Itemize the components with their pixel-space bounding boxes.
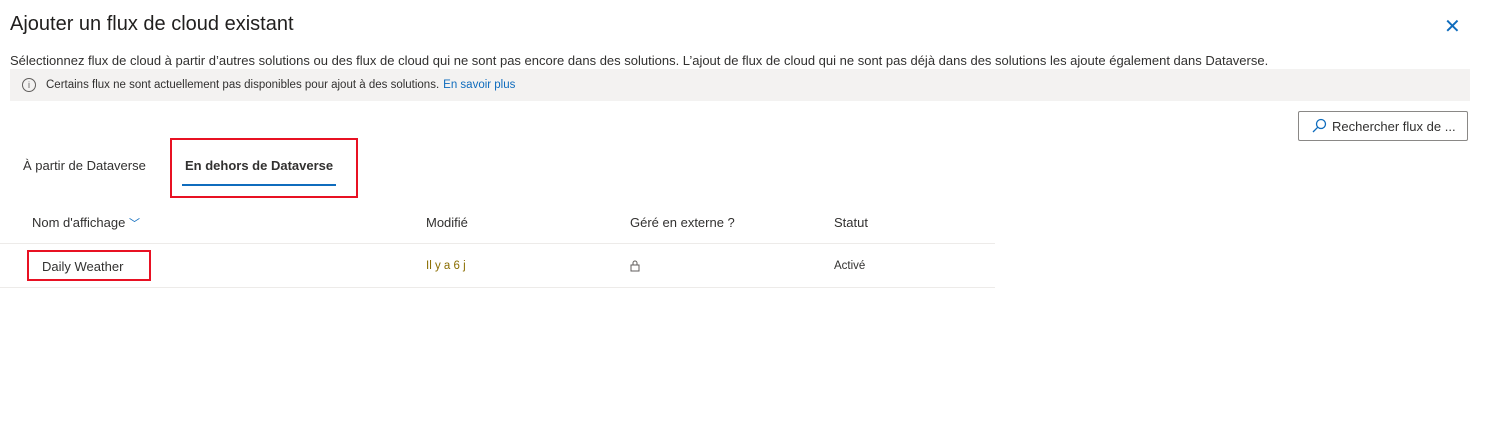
info-icon: i: [22, 78, 36, 92]
chevron-down-icon: ﹀: [128, 218, 140, 230]
highlight-box-row: [27, 250, 151, 281]
column-header-managed[interactable]: Géré en externe ?: [630, 215, 735, 230]
dialog-description: Sélectionnez flux de cloud à partir d’au…: [10, 53, 1269, 68]
tab-from-dataverse[interactable]: À partir de Dataverse: [23, 158, 146, 173]
modified-cell: Il y a 6 j: [426, 260, 466, 272]
highlight-box-tab: [170, 138, 358, 198]
learn-more-link[interactable]: En savoir plus: [443, 79, 515, 91]
search-placeholder: Rechercher flux de ...: [1332, 118, 1456, 134]
search-icon: [1312, 118, 1327, 133]
divider: [0, 287, 995, 288]
column-header-status[interactable]: Statut: [834, 215, 868, 230]
lock-icon: [630, 260, 640, 275]
search-input[interactable]: Rechercher flux de ...: [1298, 111, 1468, 141]
column-label: Nom d'affichage: [32, 215, 126, 230]
banner-text: Certains flux ne sont actuellement pas d…: [46, 79, 440, 91]
close-icon[interactable]: ✕: [1444, 14, 1461, 39]
info-banner: i Certains flux ne sont actuellement pas…: [10, 69, 1470, 101]
dialog-title: Ajouter un flux de cloud existant: [10, 13, 294, 35]
column-header-name[interactable]: Nom d'affichage ﹀: [32, 215, 140, 231]
status-cell: Activé: [834, 260, 866, 272]
divider: [0, 243, 995, 244]
column-header-modified[interactable]: Modifié: [426, 215, 468, 230]
